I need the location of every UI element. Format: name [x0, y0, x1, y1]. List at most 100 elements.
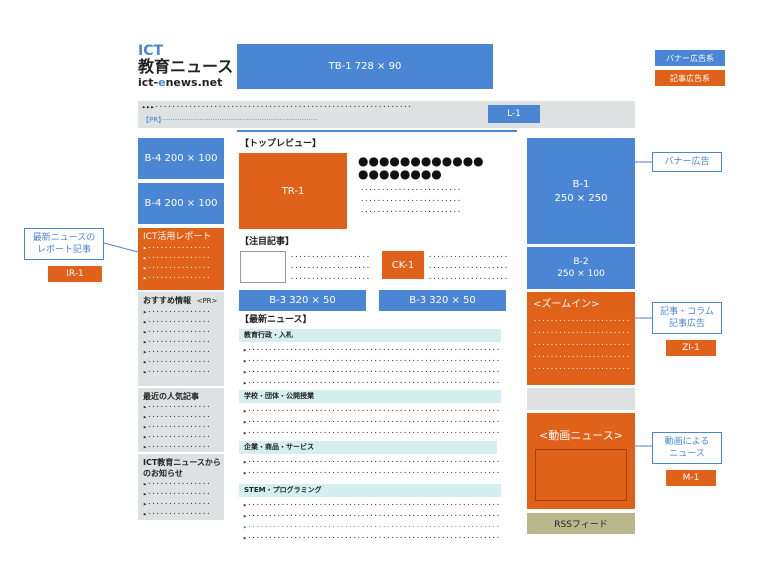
callout-banner: バナー広告	[652, 152, 722, 172]
ir1-tag: IR-1	[48, 266, 102, 282]
report-line: ▸···············	[143, 274, 211, 282]
logo-title: 教育ニュース	[138, 57, 234, 76]
news-line[interactable]: ▸·······································…	[243, 417, 501, 427]
legend-banner: バナー広告系	[655, 50, 725, 66]
b1-label: B-1	[572, 178, 590, 190]
b3-banner-1[interactable]: B-3 320 × 50	[239, 290, 366, 311]
content-divider	[237, 130, 517, 132]
zi1-tag: ZI-1	[666, 340, 716, 356]
b4-banner-1[interactable]: B-4 200 × 100	[138, 138, 224, 179]
douga-title: <動画ニュース>	[539, 429, 623, 442]
news-line[interactable]: ▸·······································…	[243, 378, 501, 388]
osusume-line[interactable]: ▸···············	[143, 327, 219, 337]
popular-line[interactable]: ▸···············	[143, 412, 219, 422]
logo-ict: ICT	[138, 43, 164, 59]
douga-panel[interactable]: <動画ニュース>	[527, 413, 635, 509]
popular-line[interactable]: ▸···············	[143, 422, 219, 432]
news-line[interactable]: ▸·······································…	[243, 345, 501, 355]
notice-line[interactable]: ▸···············	[143, 489, 219, 499]
l1-row: ▸▸▸·····································…	[138, 101, 635, 128]
zoom-line: ·······················	[533, 353, 629, 361]
callout-report-line2: レポート記事	[36, 245, 91, 255]
zoom-line: ·······················	[533, 317, 629, 325]
notice-panel: ICT教育ニュースから のお知らせ ▸··············· ▸····…	[138, 454, 224, 520]
chumoku-line[interactable]: ·····················	[290, 263, 370, 273]
news-section-title: 教育行政・入札	[239, 329, 501, 342]
callout-douga-line1: 動画による	[664, 437, 710, 447]
chumoku-line[interactable]: ·····················	[428, 252, 508, 262]
b2-banner[interactable]: B-2 250 × 100	[527, 247, 635, 289]
latest-heading: 【最新ニュース】	[240, 315, 312, 325]
osusume-line[interactable]: ▸···············	[143, 337, 219, 347]
b2-size: 250 × 100	[557, 269, 605, 279]
osusume-line[interactable]: ▸···············	[143, 307, 219, 317]
report-line: ▸···············	[143, 244, 211, 252]
chumoku-line[interactable]: ·····················	[290, 274, 370, 284]
callout-douga-line2: ニュース	[669, 449, 705, 459]
video-player[interactable]	[535, 449, 627, 501]
notice-line[interactable]: ▸···············	[143, 509, 219, 519]
news-section-title: 企業・商品・サービス	[239, 441, 497, 454]
callout-kiji-line1: 記事・コラム	[660, 307, 714, 317]
report-panel[interactable]: ICT活用レポート ▸··············· ▸············…	[138, 228, 224, 290]
tb1-banner[interactable]: TB-1 728 × 90	[237, 44, 493, 89]
right-spacer	[527, 388, 635, 410]
osusume-line[interactable]: ▸···············	[143, 317, 219, 327]
tr-line[interactable]: ························	[360, 207, 505, 217]
osusume-line[interactable]: ▸···············	[143, 357, 219, 367]
popular-line[interactable]: ▸···············	[143, 402, 219, 412]
news-line[interactable]: ▸·······································…	[243, 533, 501, 543]
tr-line[interactable]: ························	[360, 196, 505, 206]
m1-tag: M-1	[666, 470, 716, 486]
news-line-highlight[interactable]: ▸·······································…	[243, 522, 501, 532]
osusume-line[interactable]: ▸···············	[143, 367, 219, 377]
b3-banner-2[interactable]: B-3 320 × 50	[379, 290, 506, 311]
rss-feed-button[interactable]: RSSフィード	[527, 513, 635, 534]
news-line[interactable]: ▸·······································…	[243, 356, 501, 366]
callout-kiji: 記事・コラム 記事広告	[652, 302, 722, 334]
l1-pr[interactable]: 【PR】····································…	[142, 115, 412, 125]
tr-title-dots-1[interactable]: ●●●●●●●●●●●●	[358, 155, 508, 168]
popular-title: 最近の人気記事	[143, 392, 199, 401]
news-line[interactable]: ▸·······································…	[243, 406, 501, 416]
osusume-panel: おすすめ情報 <PR> ▸··············· ▸··········…	[138, 292, 224, 386]
zoom-in-panel[interactable]: <ズームイン> ······················· ········…	[527, 292, 635, 385]
b4-banner-2[interactable]: B-4 200 × 100	[138, 183, 224, 224]
site-logo[interactable]: ICT 教育ニュース ict-enews.net	[138, 44, 234, 90]
chumoku-thumbnail[interactable]	[240, 251, 286, 283]
popular-line[interactable]: ▸···············	[143, 432, 219, 442]
callout-report-line1: 最新ニュースの	[32, 233, 96, 243]
news-line[interactable]: ▸·······································…	[243, 500, 501, 510]
chumoku-line[interactable]: ·····················	[428, 274, 508, 284]
report-title: ICT活用レポート	[143, 232, 212, 242]
zoom-line: ·······················	[533, 365, 629, 373]
news-section-title: 学校・団体・公開授業	[239, 390, 501, 403]
osusume-line[interactable]: ▸···············	[143, 347, 219, 357]
report-line: ▸···············	[143, 254, 211, 262]
callout-kiji-line2: 記事広告	[668, 319, 705, 329]
news-line[interactable]: ▸·······································…	[243, 468, 501, 478]
news-line[interactable]: ▸·······································…	[243, 511, 501, 521]
b1-banner[interactable]: B-1 250 × 250	[527, 138, 635, 244]
notice-line[interactable]: ▸···············	[143, 479, 219, 489]
news-line[interactable]: ▸·······································…	[243, 428, 501, 438]
l1-dots: ▸▸▸·····································…	[142, 103, 412, 111]
notice-line[interactable]: ▸···············	[143, 499, 219, 509]
popular-panel: 最近の人気記事 ▸··············· ▸··············…	[138, 388, 224, 452]
osusume-title: おすすめ情報 <PR>	[143, 296, 218, 305]
l1-banner[interactable]: L-1	[488, 105, 540, 123]
b2-label: B-2	[573, 257, 589, 267]
news-line[interactable]: ▸·······································…	[243, 367, 501, 377]
notice-title-1: ICT教育ニュースから	[143, 458, 221, 467]
ck1-block[interactable]: CK-1	[382, 251, 424, 279]
tr-title-dots-2[interactable]: ●●●●●●●●	[358, 168, 508, 181]
chumoku-line[interactable]: ·····················	[428, 263, 508, 273]
tr1-block[interactable]: TR-1	[239, 153, 347, 229]
chumoku-line[interactable]: ·····················	[290, 252, 370, 262]
news-line[interactable]: ▸·······································…	[243, 457, 501, 467]
tr-line[interactable]: ························	[360, 185, 505, 195]
popular-line[interactable]: ▸···············	[143, 442, 219, 452]
report-line: ▸···············	[143, 264, 211, 272]
chumoku-heading: 【注目記事】	[240, 237, 295, 247]
legend-article: 記事広告系	[655, 70, 725, 86]
